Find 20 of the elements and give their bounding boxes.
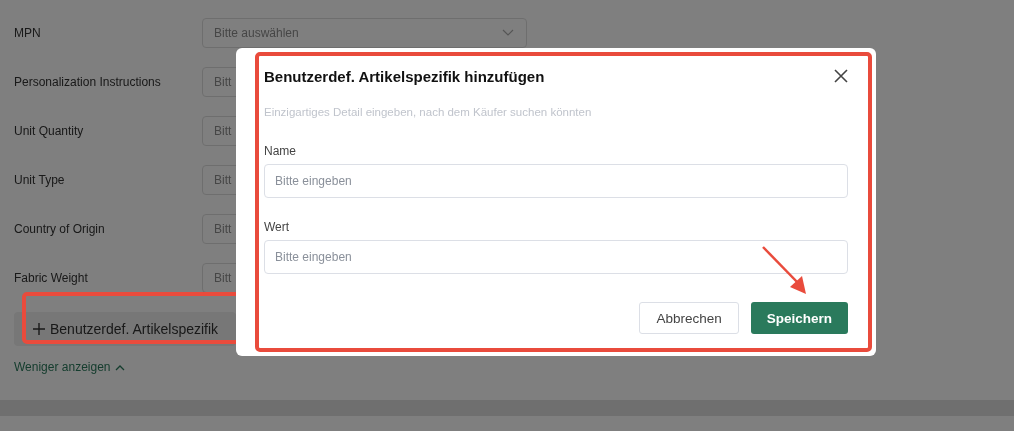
select-field[interactable]: Bitte auswählen [202,17,527,48]
input-field[interactable]: Bitte eingeben [264,240,848,274]
field-label: Unit Quantity [14,123,85,138]
field-label: Country of Origin [14,221,106,236]
field-label: Personalization Instructions [14,74,162,89]
plus-icon [32,322,46,336]
chevron-down-icon [502,28,514,37]
dialog-hint: Einzigartiges Detail eingeben, nach dem Käufer suchen könnten [264,106,593,118]
dialog-title: Benutzerdef. Artikelspezifik hinzufügen [264,67,545,85]
close-icon[interactable] [834,69,848,83]
input-field[interactable]: Bitte eingeben [264,164,848,198]
field-label: Wert [264,220,291,234]
save-button[interactable]: Speichern [750,302,848,334]
field-label: Fabric Weight [14,270,89,285]
field-label: Name [264,144,297,158]
field-label: Unit Type [14,172,66,187]
cancel-button[interactable]: Abbrechen [639,302,739,334]
chevron-up-icon [114,363,125,371]
show-less-link[interactable]: Weniger anzeigen [14,360,1014,374]
field-label: MPN [14,25,42,40]
